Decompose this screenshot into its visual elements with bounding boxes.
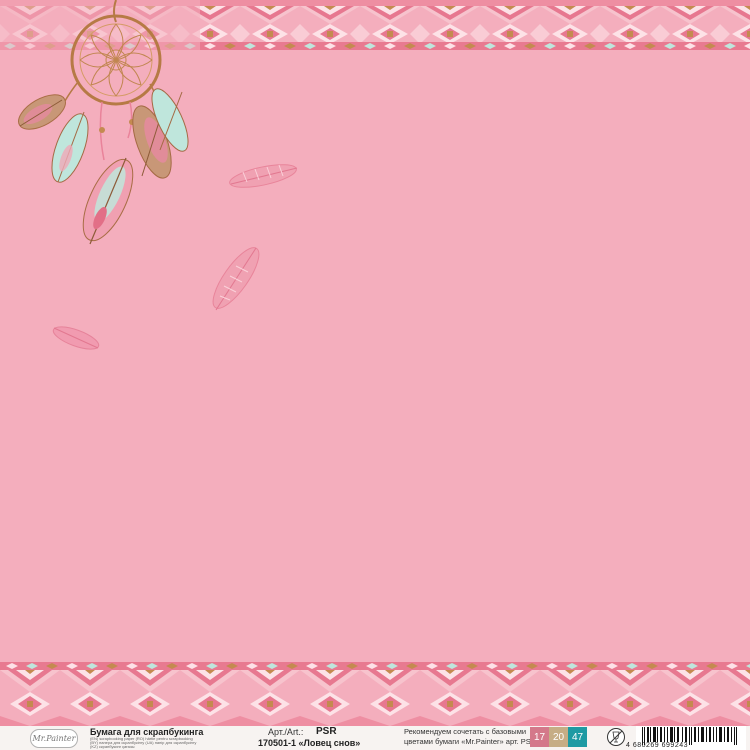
brand-logo-text: Mr.Painter bbox=[32, 734, 76, 743]
feather-icon bbox=[212, 247, 260, 311]
bottom-ornament-band bbox=[0, 662, 750, 726]
recommendation-text: Рекомендуем сочетать с базовыми bbox=[404, 727, 527, 736]
color-swatch: 20 bbox=[549, 727, 568, 747]
color-swatch: 47 bbox=[568, 727, 587, 747]
article-number: 170501-1 «Ловец снов» bbox=[258, 738, 361, 748]
color-swatch: 17 bbox=[530, 727, 549, 747]
article-label: Арт./Art.: bbox=[268, 727, 304, 737]
feather-icon bbox=[18, 94, 66, 130]
fine-print-line: (KZ) скрапбукинг қағазы bbox=[90, 744, 135, 749]
feather-icon bbox=[82, 157, 134, 245]
brand-logo: Mr.Painter bbox=[30, 729, 78, 748]
article-code: PSR bbox=[316, 726, 337, 737]
no-food-contact-icon bbox=[607, 728, 625, 746]
scrapbook-paper: Mr.Painter Бумага для скрапбукинга (EN) … bbox=[0, 0, 750, 750]
barcode-digits: 4 680269 699243 bbox=[626, 742, 688, 749]
feather-icon bbox=[229, 164, 298, 188]
recommendation-text: цветами бумаги «Mr.Painter» арт. PST bbox=[404, 737, 536, 746]
feather-icon bbox=[52, 326, 100, 350]
